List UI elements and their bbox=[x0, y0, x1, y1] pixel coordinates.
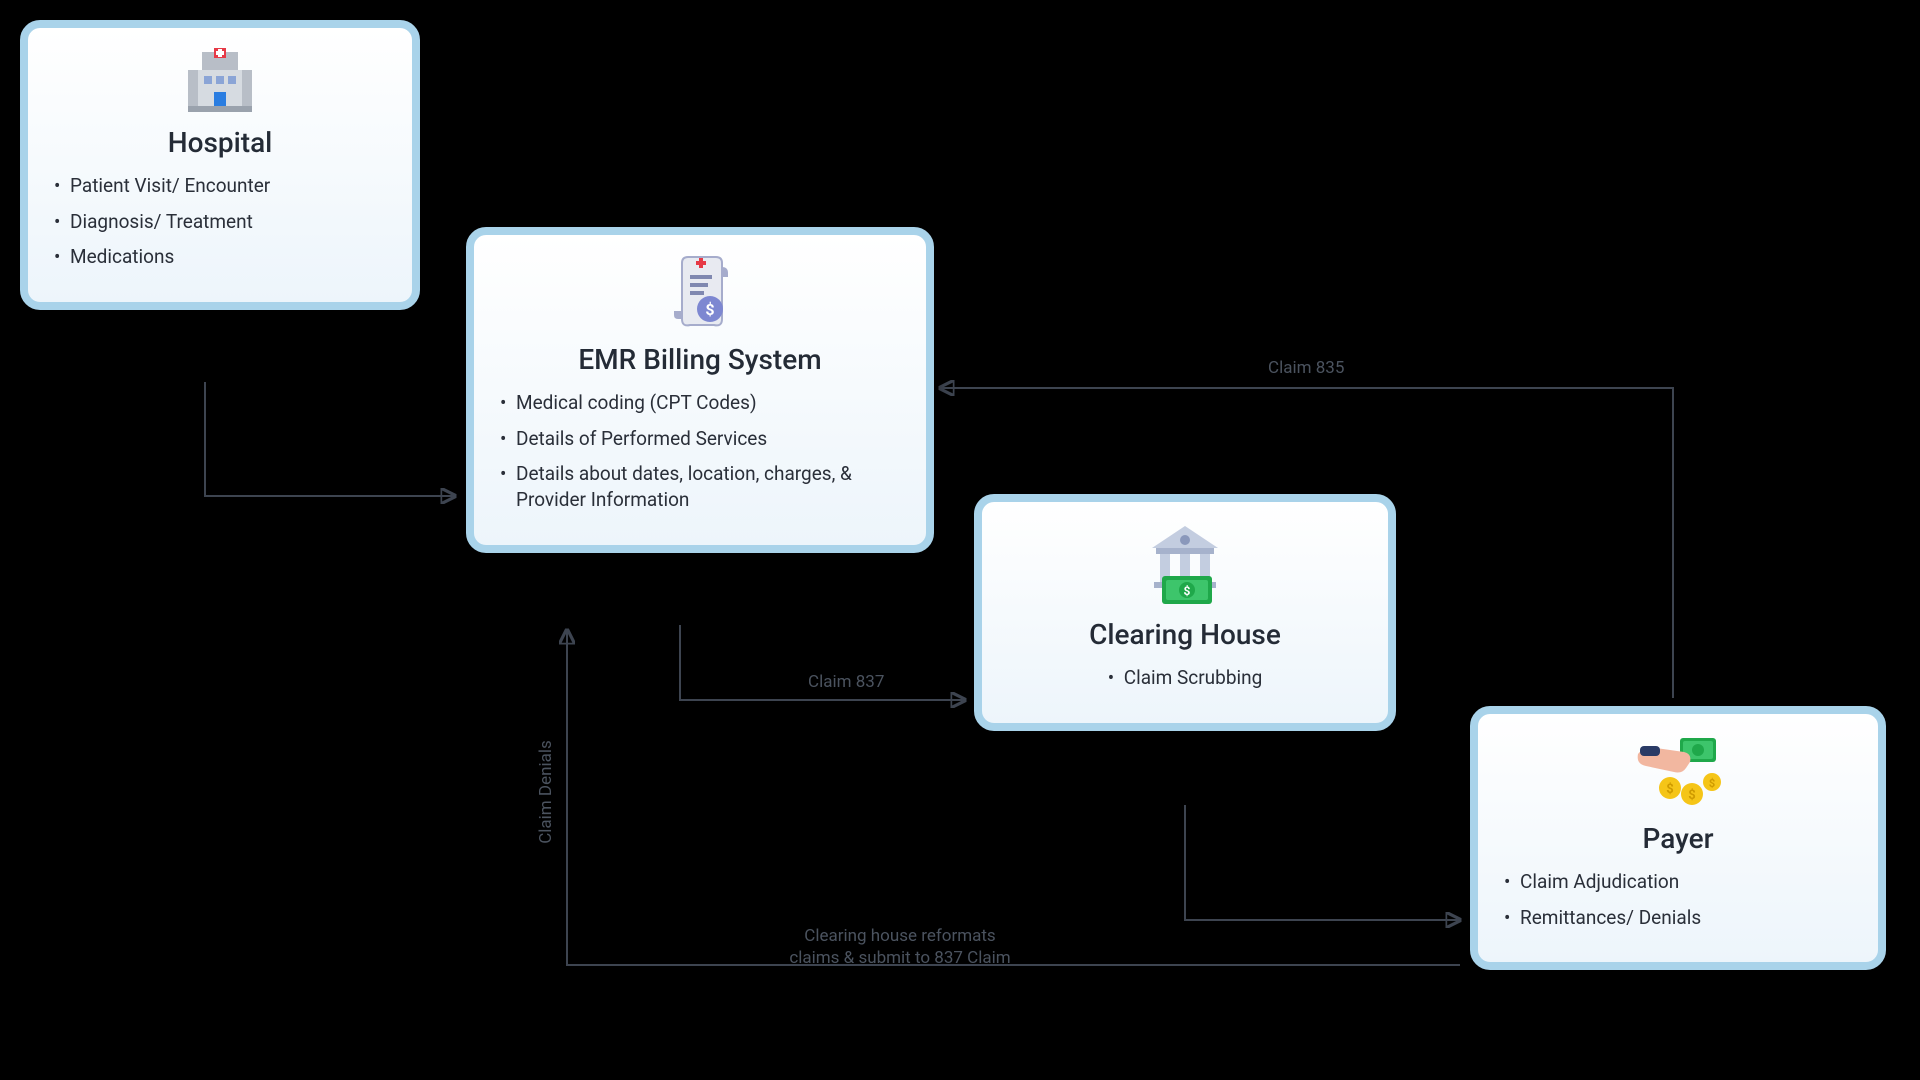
node-hospital: Hospital Patient Visit/ Encounter Diagno… bbox=[20, 20, 420, 310]
node-emr: $ EMR Billing System Medical coding (CPT… bbox=[466, 227, 934, 553]
node-title: Hospital bbox=[54, 126, 386, 159]
edge-label-reformat-2: claims & submit to 837 Claim bbox=[720, 948, 1080, 968]
clearinghouse-icon: $ bbox=[1008, 520, 1362, 610]
edge-label-reformat-1: Clearing house reformats bbox=[720, 926, 1080, 946]
hospital-icon bbox=[54, 46, 386, 118]
node-items: Medical coding (CPT Codes) Details of Pe… bbox=[500, 390, 900, 513]
node-items: Patient Visit/ Encounter Diagnosis/ Trea… bbox=[54, 173, 386, 270]
node-clearing: $ Clearing House Claim Scrubbing bbox=[974, 494, 1396, 731]
node-title: Clearing House bbox=[1008, 618, 1362, 651]
list-item: Details of Performed Services bbox=[500, 426, 900, 452]
billing-icon: $ bbox=[500, 253, 900, 335]
list-item: Medications bbox=[54, 244, 386, 270]
list-item: Patient Visit/ Encounter bbox=[54, 173, 386, 199]
node-items: Claim Scrubbing bbox=[1008, 665, 1362, 701]
flow-diagram: Hospital Patient Visit/ Encounter Diagno… bbox=[0, 0, 1920, 1080]
list-item: Medical coding (CPT Codes) bbox=[500, 390, 900, 416]
list-item: Remittances/ Denials bbox=[1504, 905, 1852, 931]
edge-label-claimdenials: Claim Denials bbox=[536, 740, 556, 844]
svg-text:$: $ bbox=[1184, 584, 1191, 598]
svg-text:$: $ bbox=[1688, 788, 1695, 803]
svg-text:$: $ bbox=[1666, 782, 1673, 797]
svg-text:$: $ bbox=[705, 300, 714, 319]
edge-label-claim837: Claim 837 bbox=[808, 672, 884, 692]
list-item: Claim Scrubbing bbox=[1108, 665, 1263, 691]
node-title: Payer bbox=[1504, 822, 1852, 855]
node-title: EMR Billing System bbox=[500, 343, 900, 376]
list-item: Diagnosis/ Treatment bbox=[54, 209, 386, 235]
edge-label-claim835: Claim 835 bbox=[1268, 358, 1344, 378]
node-items: Claim Adjudication Remittances/ Denials bbox=[1504, 869, 1852, 930]
svg-text:$: $ bbox=[1709, 777, 1715, 790]
list-item: Claim Adjudication bbox=[1504, 869, 1852, 895]
list-item: Details about dates, location, charges, … bbox=[500, 461, 900, 512]
node-payer: $ $ $ Payer Claim Adjudication Remittanc… bbox=[1470, 706, 1886, 970]
payer-icon: $ $ $ bbox=[1504, 732, 1852, 814]
